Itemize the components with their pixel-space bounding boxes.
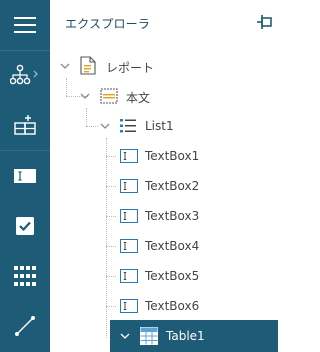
tree-guide [106, 246, 116, 247]
tree-node-textbox[interactable]: TextBox6 [116, 291, 278, 321]
textbox-icon [120, 179, 138, 193]
tree-guide [106, 156, 116, 157]
section-body-icon [100, 88, 118, 104]
tree-node-textbox[interactable]: TextBox3 [116, 201, 278, 231]
tree-node-textbox[interactable]: TextBox5 [116, 261, 278, 291]
tree-node-textbox[interactable]: TextBox1 [116, 141, 278, 171]
menu-button[interactable] [0, 0, 50, 50]
tree-node-textbox[interactable]: TextBox4 [116, 231, 278, 261]
panel-title: エクスプローラ [65, 17, 151, 31]
tree-node-label: TextBox5 [145, 269, 200, 283]
chevron-down-icon[interactable] [100, 121, 110, 131]
add-element-icon [14, 115, 36, 135]
table-icon [140, 327, 158, 345]
menu-icon [14, 17, 36, 33]
pin-icon [257, 15, 272, 29]
tree-node-label: レポート [106, 61, 155, 75]
textbox-icon [120, 239, 138, 253]
chevron-down-icon[interactable] [60, 61, 70, 71]
textbox-tool-icon [14, 169, 36, 183]
tree-node-label: List1 [145, 119, 174, 133]
textbox-icon [120, 269, 138, 283]
textbox-tool-button[interactable] [0, 151, 50, 201]
tree-guide [106, 138, 107, 338]
tree-node-label: TextBox4 [145, 239, 200, 253]
tree-node-label: TextBox3 [145, 209, 200, 223]
tree-node-list[interactable]: List1 [96, 111, 278, 141]
list-icon [120, 119, 136, 133]
checkbox-tool-button[interactable] [0, 201, 50, 251]
line-tool-button[interactable] [0, 301, 50, 351]
report-icon [80, 56, 96, 75]
tree-guide [106, 216, 116, 217]
tree-node-label: 本文 [126, 91, 151, 105]
add-element-button[interactable] [0, 100, 50, 150]
table-tool-icon [14, 266, 36, 286]
textbox-icon [120, 149, 138, 163]
checkbox-tool-icon [16, 217, 34, 235]
tree-guide [106, 306, 116, 307]
tree-node-report[interactable]: レポート [56, 51, 278, 81]
tree-guide [106, 186, 116, 187]
tree-node-textbox[interactable]: TextBox2 [116, 171, 278, 201]
tree-node-label: Table1 [166, 329, 205, 343]
tool-sidebar [0, 0, 50, 352]
textbox-icon [120, 299, 138, 313]
textbox-icon [120, 209, 138, 223]
line-tool-icon [15, 316, 35, 336]
tree-node-table-selected[interactable]: Table1 [110, 320, 278, 352]
hierarchy-button[interactable] [0, 50, 50, 100]
tree-node-body[interactable]: 本文 [76, 81, 278, 111]
hierarchy-icon [10, 64, 38, 85]
tree-guide [106, 276, 116, 277]
chevron-down-icon[interactable] [120, 331, 130, 341]
pin-button[interactable] [256, 14, 274, 30]
tree-node-label: TextBox1 [145, 149, 200, 163]
chevron-down-icon[interactable] [80, 91, 90, 101]
tree-node-label: TextBox6 [145, 299, 200, 313]
tree-node-label: TextBox2 [145, 179, 200, 193]
table-tool-button[interactable] [0, 251, 50, 301]
